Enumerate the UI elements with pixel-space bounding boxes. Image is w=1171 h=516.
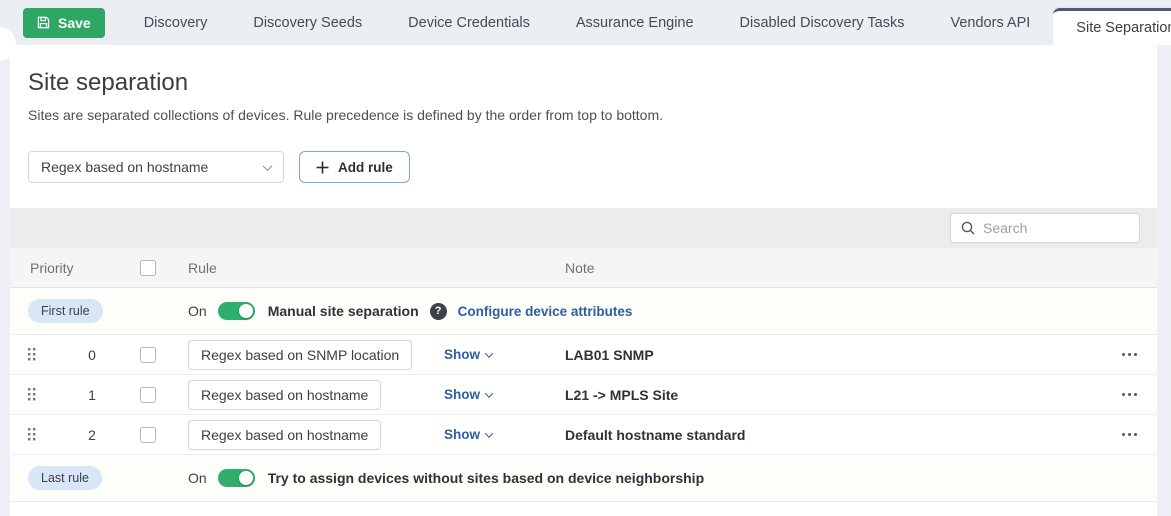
tab-vendors-api[interactable]: Vendors API: [927, 0, 1053, 45]
chevron-down-icon: [485, 349, 493, 357]
chevron-down-icon: [485, 389, 493, 397]
tab-assurance-engine[interactable]: Assurance Engine: [553, 0, 717, 45]
header-rule: Rule: [166, 260, 434, 276]
row-checkbox[interactable]: [140, 427, 156, 443]
table-toolbar: [10, 208, 1157, 248]
save-button[interactable]: Save: [23, 8, 105, 38]
tab-disabled-discovery-tasks[interactable]: Disabled Discovery Tasks: [717, 0, 928, 45]
plus-icon: [316, 161, 329, 174]
help-icon[interactable]: ?: [430, 303, 447, 320]
rule-type-box[interactable]: Regex based on SNMP location: [188, 340, 412, 370]
last-rule-badge: Last rule: [28, 466, 102, 490]
header-note: Note: [554, 260, 1101, 276]
last-rule-label: Try to assign devices without sites base…: [268, 470, 704, 486]
tab-site-separation[interactable]: Site Separation: [1053, 8, 1171, 45]
first-rule-row: First rule On Manual site separation ? C…: [10, 288, 1157, 335]
page-subtitle: Sites are separated collections of devic…: [28, 107, 1157, 123]
priority-value: 2: [88, 427, 96, 443]
chevron-down-icon: [485, 429, 493, 437]
row-checkbox[interactable]: [140, 387, 156, 403]
show-link[interactable]: Show: [434, 387, 554, 402]
search-box[interactable]: [950, 213, 1140, 243]
priority-value: 0: [88, 347, 96, 363]
drag-handle-icon[interactable]: [28, 388, 36, 401]
rule-type-selected-value: Regex based on hostname: [41, 159, 208, 175]
tab-device-credentials[interactable]: Device Credentials: [385, 0, 553, 45]
ellipsis-icon: [1122, 353, 1125, 356]
rule-note: Default hostname standard: [554, 427, 1101, 443]
page-title: Site separation: [28, 69, 1157, 97]
search-input[interactable]: [983, 220, 1164, 236]
rules-table: Priority Rule Note First rule On Manual …: [10, 208, 1157, 502]
row-menu-button[interactable]: [1116, 347, 1143, 362]
show-link[interactable]: Show: [434, 427, 554, 442]
add-rule-button[interactable]: Add rule: [299, 151, 410, 183]
first-rule-label: Manual site separation: [268, 303, 419, 319]
drag-handle-icon[interactable]: [28, 428, 36, 441]
priority-value: 1: [88, 387, 96, 403]
first-rule-toggle[interactable]: [218, 302, 255, 320]
ellipsis-icon: [1122, 433, 1125, 436]
chevron-down-icon: [263, 161, 273, 171]
content-panel: Site separation Sites are separated coll…: [10, 45, 1157, 516]
rule-type-box[interactable]: Regex based on hostname: [188, 380, 381, 410]
table-row: 0 Regex based on SNMP location Show LAB0…: [10, 335, 1157, 375]
rule-controls: Regex based on hostname Add rule: [28, 151, 1157, 183]
tab-discovery[interactable]: Discovery: [121, 0, 231, 45]
row-menu-button[interactable]: [1116, 387, 1143, 402]
last-rule-toggle[interactable]: [218, 469, 255, 487]
table-header-row: Priority Rule Note: [10, 248, 1157, 288]
row-menu-button[interactable]: [1116, 427, 1143, 442]
last-rule-row: Last rule On Try to assign devices witho…: [10, 455, 1157, 502]
top-tab-bar: Save Discovery Discovery Seeds Device Cr…: [0, 0, 1171, 45]
rule-type-select[interactable]: Regex based on hostname: [28, 151, 284, 183]
rule-note: LAB01 SNMP: [554, 347, 1101, 363]
tabs: Discovery Discovery Seeds Device Credent…: [121, 0, 1171, 45]
header-priority: Priority: [10, 260, 130, 276]
first-rule-badge: First rule: [28, 299, 103, 323]
add-rule-label: Add rule: [338, 160, 393, 175]
rule-type-box[interactable]: Regex based on hostname: [188, 420, 381, 450]
last-rule-toggle-state: On: [188, 470, 207, 486]
configure-device-attributes-link[interactable]: Configure device attributes: [458, 304, 633, 319]
ellipsis-icon: [1122, 393, 1125, 396]
drag-handle-icon[interactable]: [28, 348, 36, 361]
row-checkbox[interactable]: [140, 347, 156, 363]
save-button-label: Save: [58, 15, 91, 31]
table-row: 1 Regex based on hostname Show L21 -> MP…: [10, 375, 1157, 415]
tab-discovery-seeds[interactable]: Discovery Seeds: [230, 0, 385, 45]
save-icon: [37, 16, 50, 29]
show-link[interactable]: Show: [434, 347, 554, 362]
first-rule-toggle-state: On: [188, 303, 207, 319]
search-icon: [961, 221, 975, 235]
table-row: 2 Regex based on hostname Show Default h…: [10, 415, 1157, 455]
select-all-checkbox[interactable]: [140, 260, 156, 276]
rule-note: L21 -> MPLS Site: [554, 387, 1101, 403]
